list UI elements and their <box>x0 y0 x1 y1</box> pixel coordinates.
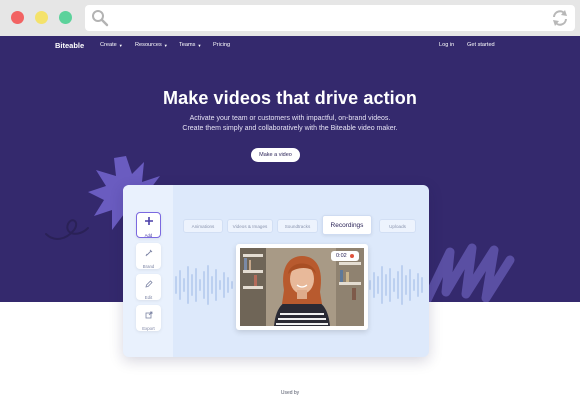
recording-timer: 0:02 <box>331 251 359 261</box>
nav-teams[interactable]: Teams ▼ <box>179 42 201 48</box>
tool-sidebar <box>123 185 173 357</box>
add-tool-button[interactable]: Add <box>136 212 161 238</box>
nav-create[interactable]: Create ▼ <box>100 42 123 48</box>
hero-subline-2: Create them simply and collaboratively w… <box>182 125 398 132</box>
tab-videos-images[interactable]: Videos & Images <box>227 219 273 233</box>
tab-soundtracks[interactable]: Soundtracks <box>277 219 318 233</box>
pencil-icon <box>144 275 153 293</box>
plus-icon <box>144 213 154 231</box>
tab-animations[interactable]: Animations <box>183 219 223 233</box>
top-navigation: Biteable Create ▼ Resources ▼ Teams ▼ Prici… <box>0 36 580 56</box>
edit-tool-button[interactable]: Edit <box>136 274 161 300</box>
squiggle-decoration <box>45 219 89 240</box>
tab-recordings[interactable]: Recordings <box>322 215 372 235</box>
recording-indicator-icon <box>349 254 354 258</box>
maximize-window-button[interactable] <box>59 11 72 24</box>
address-bar[interactable] <box>85 5 575 31</box>
tab-uploads[interactable]: Uploads <box>379 219 416 233</box>
close-window-button[interactable] <box>11 11 24 24</box>
login-link[interactable]: Log in <box>439 42 454 48</box>
hero-subline-1: Activate your team or customers with imp… <box>189 115 391 122</box>
chevron-down-icon: ▼ <box>118 42 123 48</box>
browser-chrome <box>0 0 580 36</box>
paint-drop-icon <box>145 244 153 262</box>
nav-resources[interactable]: Resources ▼ <box>135 42 168 48</box>
chevron-down-icon: ▼ <box>163 42 168 48</box>
scribble-decoration <box>421 243 515 302</box>
audio-waveform-left <box>175 265 233 305</box>
hero-headline: Make videos that drive action <box>163 88 417 108</box>
brand-tool-button[interactable]: Brand <box>136 243 161 269</box>
used-by-label: Used by <box>280 390 300 396</box>
recording-preview[interactable]: 0:02 <box>236 244 368 330</box>
export-icon <box>145 306 153 324</box>
reload-icon[interactable] <box>550 8 570 33</box>
search-icon <box>91 9 109 32</box>
make-video-button[interactable]: Make a video <box>251 148 300 162</box>
minimize-window-button[interactable] <box>35 11 48 24</box>
get-started-link[interactable]: Get started <box>467 42 495 48</box>
nav-pricing[interactable]: Pricing <box>213 42 230 48</box>
chevron-down-icon: ▼ <box>197 42 202 48</box>
editor-mockup: Add Brand Edit Export Animations Videos … <box>123 185 429 357</box>
export-tool-button[interactable]: Export <box>136 305 161 331</box>
biteable-logo[interactable]: Biteable <box>55 41 84 50</box>
audio-waveform-right <box>369 265 423 305</box>
